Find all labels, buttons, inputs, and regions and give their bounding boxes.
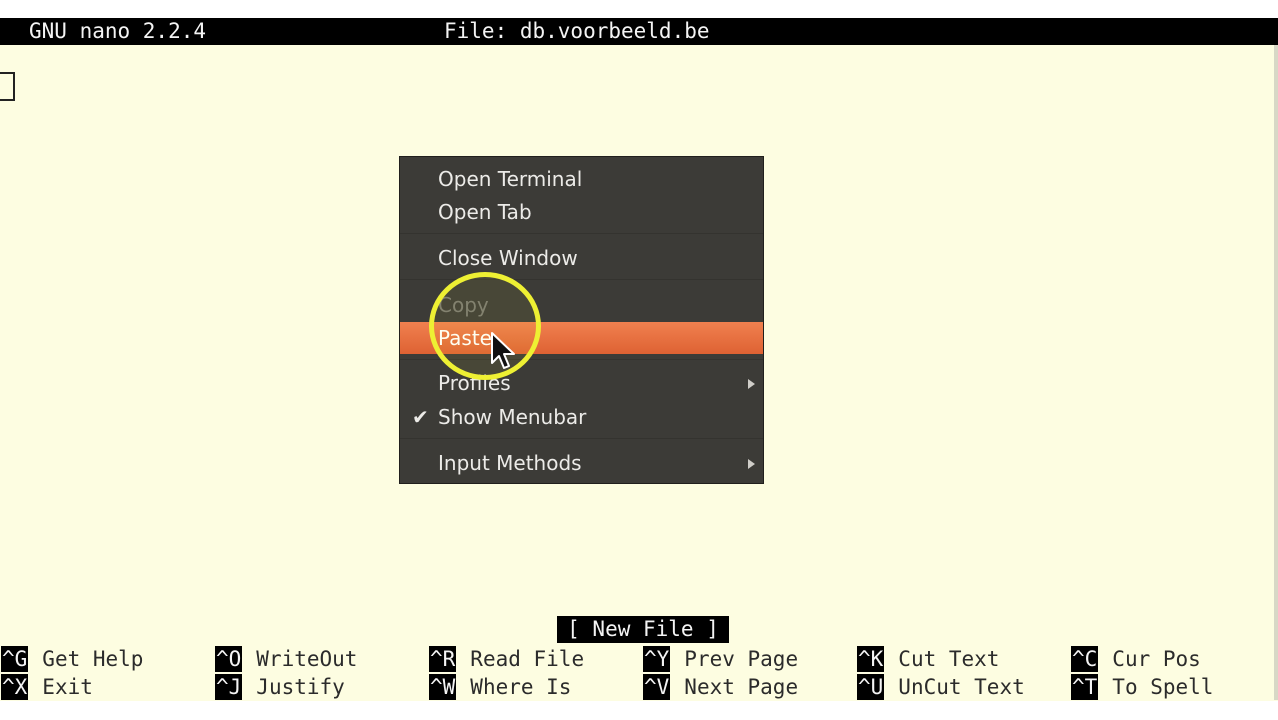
shortcut-key: ^V	[643, 674, 671, 700]
shortcut-key: ^Y	[643, 646, 671, 672]
shortcut-to-spell[interactable]: ^T To Spell	[1071, 673, 1213, 701]
shortcut-key: ^K	[857, 646, 885, 672]
check-icon: ✔	[412, 405, 429, 429]
shortcut-label: Where Is	[470, 675, 572, 699]
shortcut-cut-text[interactable]: ^K Cut Text	[857, 645, 999, 673]
shortcut-label: Next Page	[684, 675, 799, 699]
mouse-pointer-icon	[491, 332, 515, 369]
shortcut-next-page[interactable]: ^V Next Page	[643, 673, 798, 701]
shortcut-prev-page[interactable]: ^Y Prev Page	[643, 645, 798, 673]
menu-separator	[400, 233, 763, 234]
scrollbar[interactable]	[1274, 45, 1278, 700]
menu-item-label: Input Methods	[438, 451, 582, 475]
shortcut-key: ^X	[1, 674, 29, 700]
menu-item-label: Close Window	[438, 246, 578, 270]
shortcut-cur-pos[interactable]: ^C Cur Pos	[1071, 645, 1201, 673]
menu-item-close-window[interactable]: Close Window	[400, 242, 763, 274]
menu-item-label: Open Terminal	[438, 167, 583, 191]
nano-title-bar: GNU nano 2.2.4 File: db.voorbeeld.be	[0, 18, 1278, 45]
shortcut-label: Cur Pos	[1112, 647, 1201, 671]
shortcut-label: To Spell	[1112, 675, 1214, 699]
submenu-arrow-icon	[748, 459, 755, 469]
shortcut-label: Read File	[470, 647, 585, 671]
nano-version: GNU nano 2.2.4	[29, 19, 207, 43]
shortcut-label: Cut Text	[898, 647, 1000, 671]
shortcut-key: ^J	[215, 674, 243, 700]
file-name: File: db.voorbeeld.be	[444, 19, 710, 43]
shortcut-key: ^W	[429, 674, 457, 700]
shortcut-get-help[interactable]: ^G Get Help	[1, 645, 143, 673]
menu-item-show-menubar[interactable]: ✔ Show Menubar	[400, 401, 763, 433]
top-border	[0, 0, 1278, 18]
shortcut-key: ^R	[429, 646, 457, 672]
status-message: [ New File ]	[557, 616, 729, 643]
shortcut-bar: ^G Get Help ^O WriteOut ^R Read File ^Y Prev…	[0, 645, 1278, 701]
menu-item-input-methods[interactable]: Input Methods	[400, 447, 763, 479]
shortcut-label: Justify	[256, 675, 345, 699]
text-cursor	[0, 72, 15, 101]
menu-item-label: Open Tab	[438, 200, 532, 224]
shortcut-label: WriteOut	[256, 647, 358, 671]
shortcut-exit[interactable]: ^X Exit	[1, 673, 93, 701]
shortcut-read-file[interactable]: ^R Read File	[429, 645, 584, 673]
submenu-arrow-icon	[748, 379, 755, 389]
menu-item-open-terminal[interactable]: Open Terminal	[400, 163, 763, 195]
click-highlight-ring	[429, 272, 541, 380]
shortcut-where-is[interactable]: ^W Where Is	[429, 673, 571, 701]
bottom-border	[0, 701, 1278, 720]
shortcut-label: Prev Page	[684, 647, 799, 671]
menu-item-open-tab[interactable]: Open Tab	[400, 196, 763, 228]
menu-separator	[400, 438, 763, 439]
shortcut-key: ^C	[1071, 646, 1099, 672]
shortcut-label: UnCut Text	[898, 675, 1025, 699]
shortcut-label: Get Help	[42, 647, 144, 671]
menu-item-label: Show Menubar	[438, 405, 587, 429]
shortcut-writeout[interactable]: ^O WriteOut	[215, 645, 357, 673]
shortcut-key: ^T	[1071, 674, 1099, 700]
shortcut-label: Exit	[42, 675, 93, 699]
shortcut-key: ^G	[1, 646, 29, 672]
shortcut-key: ^U	[857, 674, 885, 700]
shortcut-justify[interactable]: ^J Justify	[215, 673, 345, 701]
shortcut-uncut-text[interactable]: ^U UnCut Text	[857, 673, 1025, 701]
shortcut-key: ^O	[215, 646, 243, 672]
